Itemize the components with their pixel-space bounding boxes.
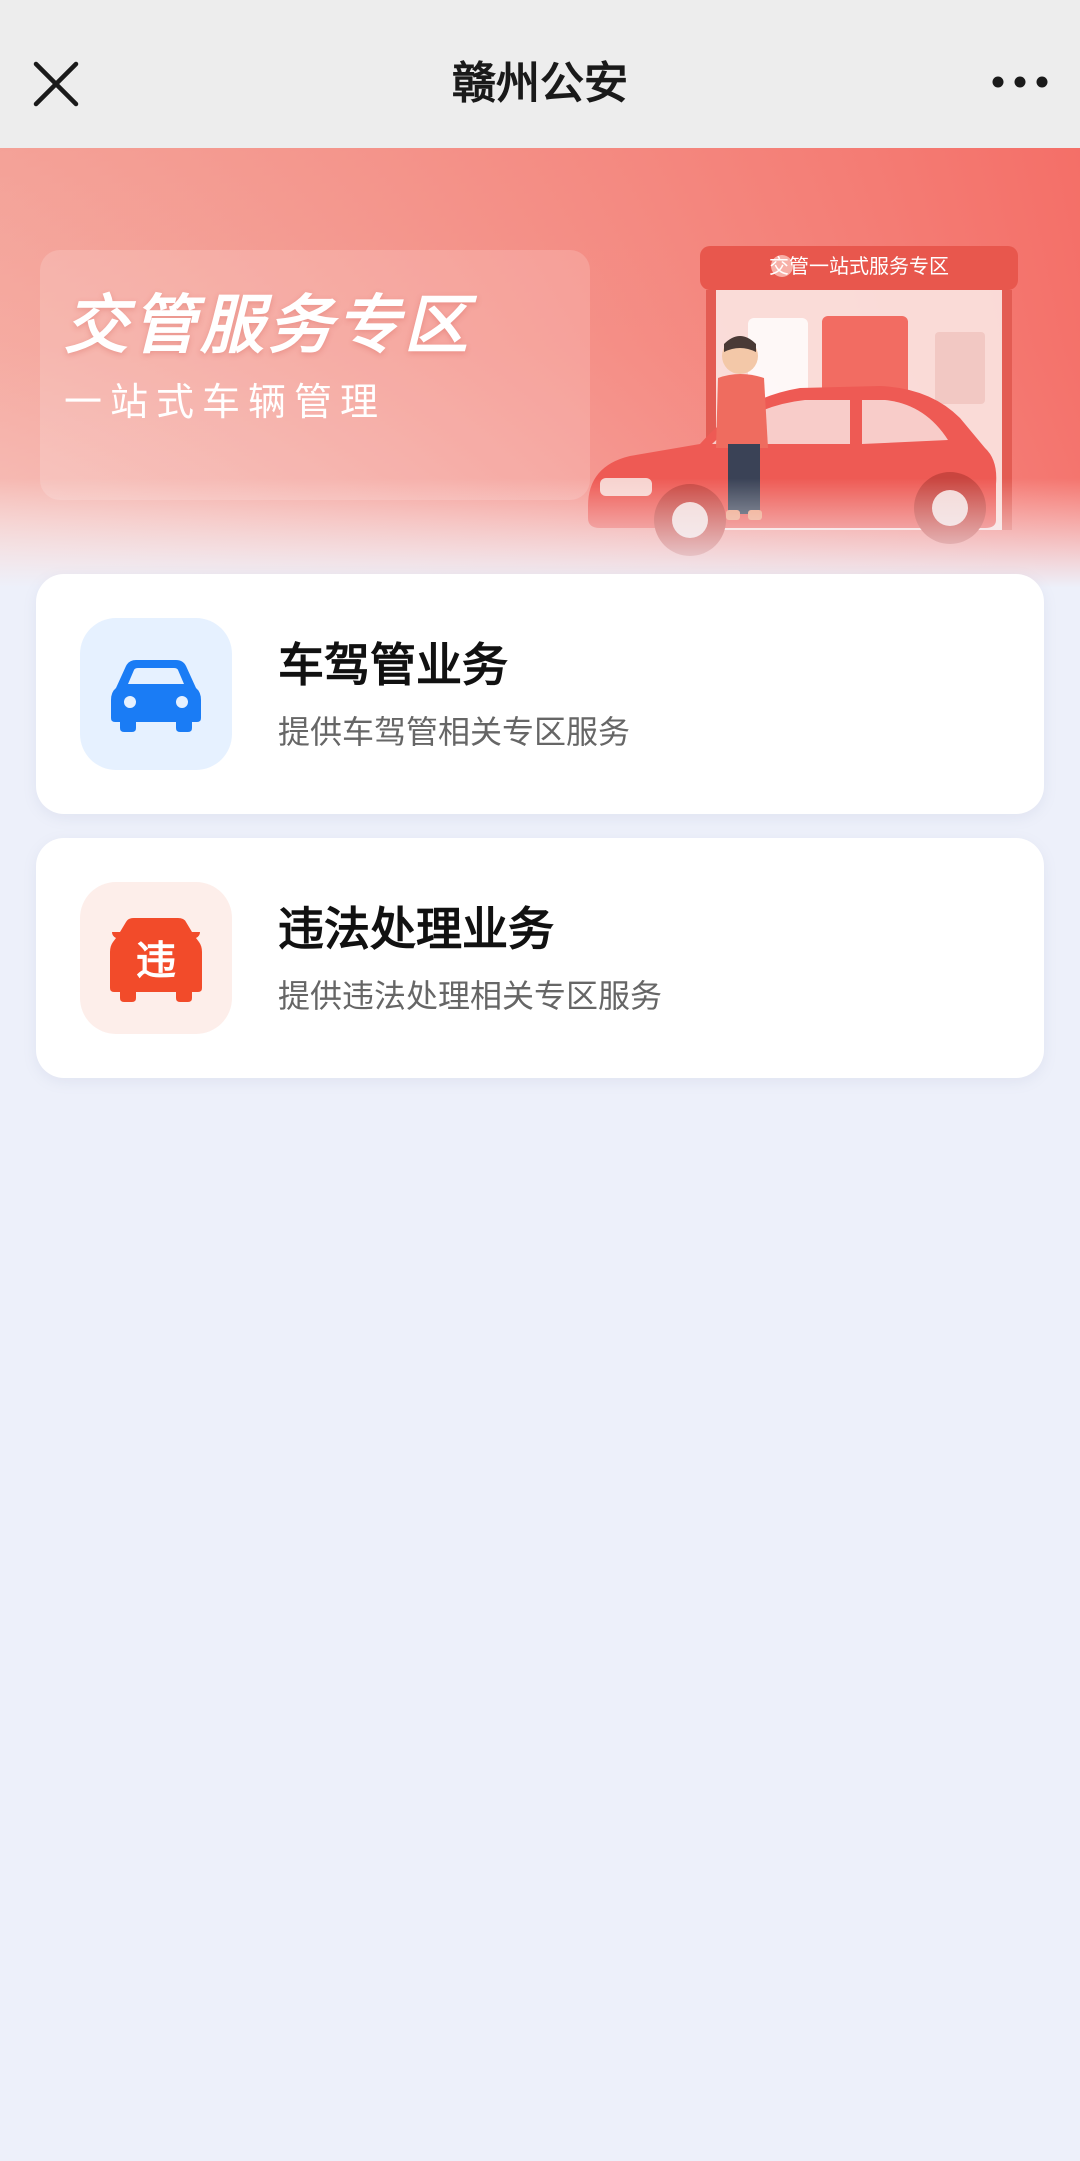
page-title: 赣州公安 [452,58,628,109]
violation-car-icon: 违 [110,918,202,1002]
banner-subtitle: 一站式车辆管理 [64,380,387,424]
service-description: 提供车驾管相关专区服务 [278,713,631,751]
top-navigation-bar: 赣州公安 [0,0,1080,148]
service-title: 车驾管业务 [278,638,508,692]
car-icon [111,660,201,732]
kiosk-sign: 交管一站式服务专区 [769,254,949,278]
service-icon-container: 违 [80,882,232,1034]
more-icon[interactable] [988,62,1052,102]
banner-title: 交管服务专区 [64,289,472,363]
violation-icon-label: 违 [136,938,176,984]
banner: 交管一站式服务专区 交管服务专区 一站式车辆管理 [0,148,1080,588]
service-description: 提供违法处理相关专区服务 [278,977,663,1015]
service-icon-container [80,618,232,770]
banner-illustration [0,148,1080,588]
service-card-vehicle-license[interactable]: 车驾管业务 提供车驾管相关专区服务 [36,574,1044,814]
service-title: 违法处理业务 [278,902,554,956]
service-card-violation-handling[interactable]: 违 违法处理业务 提供违法处理相关专区服务 [36,838,1044,1078]
